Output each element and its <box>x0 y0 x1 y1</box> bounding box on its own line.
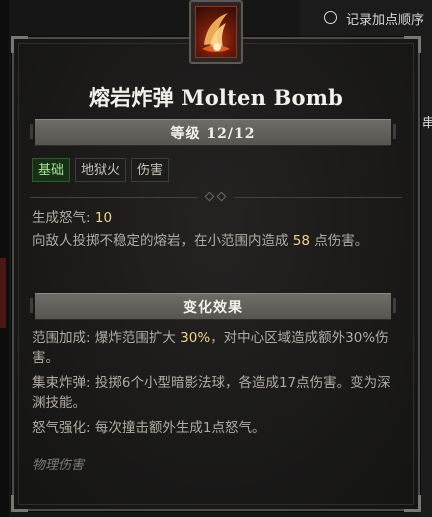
modifier-item: 怒气强化: 每次撞击额外生成1点怒气。 <box>32 418 398 438</box>
description-damage-value: 58 <box>292 233 310 249</box>
background-red-accent <box>0 258 6 328</box>
damage-type: 物理伤害 <box>32 458 85 473</box>
fury-label: 生成怒气: <box>32 210 91 226</box>
tag-hellfire: 地狱火 <box>75 158 127 182</box>
rank-banner: 等级 12/12 <box>30 119 396 146</box>
tag-damage: 伤害 <box>131 158 170 182</box>
frame-corner <box>404 36 421 53</box>
rank-value: 12/12 <box>206 126 256 142</box>
frame-corner <box>404 495 421 512</box>
record-order-label[interactable]: 记录加点顺序 <box>346 9 424 28</box>
ornamental-divider <box>30 191 402 202</box>
rank-text: 等级 12/12 <box>35 123 391 143</box>
modifiers-banner: 变化效果 <box>30 293 396 320</box>
fury-line: 生成怒气: 10 <box>32 208 398 228</box>
fury-value: 10 <box>94 210 113 226</box>
modifier-item: 集束炸弹: 投掷6个小型暗影法球，各造成17点伤害。变为深渊技能。 <box>32 373 398 413</box>
modifier-text: 爆炸范围扩大 <box>94 330 176 346</box>
skill-description: 向敌人投掷不稳定的熔岩，在小范围内造成 58 点伤害。 <box>32 231 398 251</box>
divider-diamond-icon <box>204 191 215 202</box>
right-background-strip <box>420 0 432 517</box>
modifier-name: 怒气强化: <box>32 420 91 436</box>
description-suffix: 点伤害。 <box>314 233 369 249</box>
tag-basic: 基础 <box>32 158 71 182</box>
divider-line <box>234 197 402 198</box>
divider-line <box>30 197 198 198</box>
left-background-strip <box>0 0 9 517</box>
modifier-name: 集束炸弹: <box>32 375 91 391</box>
modifier-value: 30% <box>180 330 211 346</box>
description-prefix: 向敌人投掷不稳定的熔岩，在小范围内造成 <box>32 233 289 249</box>
rank-label: 等级 <box>170 126 201 142</box>
skill-icon-frame <box>189 0 243 64</box>
frame-corner <box>11 495 28 512</box>
background-text-fragment: 串 <box>422 116 432 131</box>
frame-corner <box>11 36 28 53</box>
skill-title: 熔岩炸弹 Molten Bomb <box>88 85 344 110</box>
modifiers-header: 变化效果 <box>183 300 243 316</box>
modifier-item: 范围加成: 爆炸范围扩大 30%，对中心区域造成额外30%伤害。 <box>32 328 398 368</box>
modifier-name: 范围加成: <box>32 330 91 346</box>
divider-diamond-icon <box>216 191 227 202</box>
record-order-radio-icon[interactable] <box>324 11 337 24</box>
molten-bomb-icon <box>195 6 237 58</box>
modifier-text: 每次撞击额外生成1点怒气。 <box>94 420 266 436</box>
skill-tags: 基础 地狱火 伤害 <box>32 158 170 182</box>
